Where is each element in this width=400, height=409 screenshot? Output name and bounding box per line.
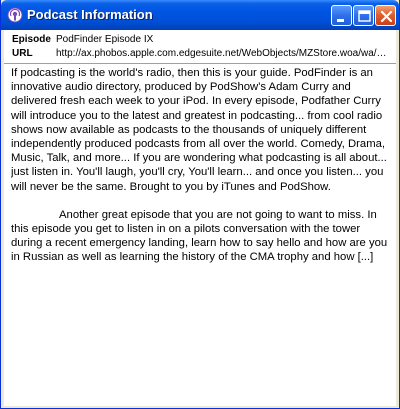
metadata-panel: Episode PodFinder Episode IX URL http://ax… bbox=[4, 30, 396, 63]
episode-label: Episode bbox=[12, 34, 51, 45]
window-title: Podcast Information bbox=[27, 7, 153, 22]
url-label: URL bbox=[12, 48, 33, 59]
close-icon bbox=[380, 10, 393, 23]
title-bar[interactable]: Podcast Information bbox=[1, 0, 399, 30]
maximize-button[interactable] bbox=[353, 5, 374, 26]
podcast-icon bbox=[7, 7, 23, 23]
url-value[interactable]: http://ax.phobos.apple.com.edgesuite.net… bbox=[56, 48, 388, 59]
episode-value: PodFinder Episode IX bbox=[56, 34, 154, 45]
maximize-icon bbox=[358, 10, 371, 22]
description-text[interactable]: If podcasting is the world's radio, then… bbox=[11, 66, 393, 404]
client-area: Episode PodFinder Episode IX URL http://ax… bbox=[4, 30, 396, 406]
podcast-info-window: Podcast Information Episode PodFinder Epi… bbox=[0, 0, 400, 409]
divider bbox=[4, 63, 396, 64]
description-paragraph-2: Another great episode that you are not g… bbox=[11, 208, 388, 264]
minimize-button[interactable] bbox=[331, 5, 352, 26]
minimize-icon bbox=[337, 19, 344, 22]
url-row: URL http://ax.phobos.apple.com.edgesuite.… bbox=[12, 48, 388, 62]
description-paragraph-1: If podcasting is the world's radio, then… bbox=[11, 67, 387, 193]
close-button[interactable] bbox=[375, 5, 396, 26]
episode-row: Episode PodFinder Episode IX bbox=[12, 34, 388, 48]
